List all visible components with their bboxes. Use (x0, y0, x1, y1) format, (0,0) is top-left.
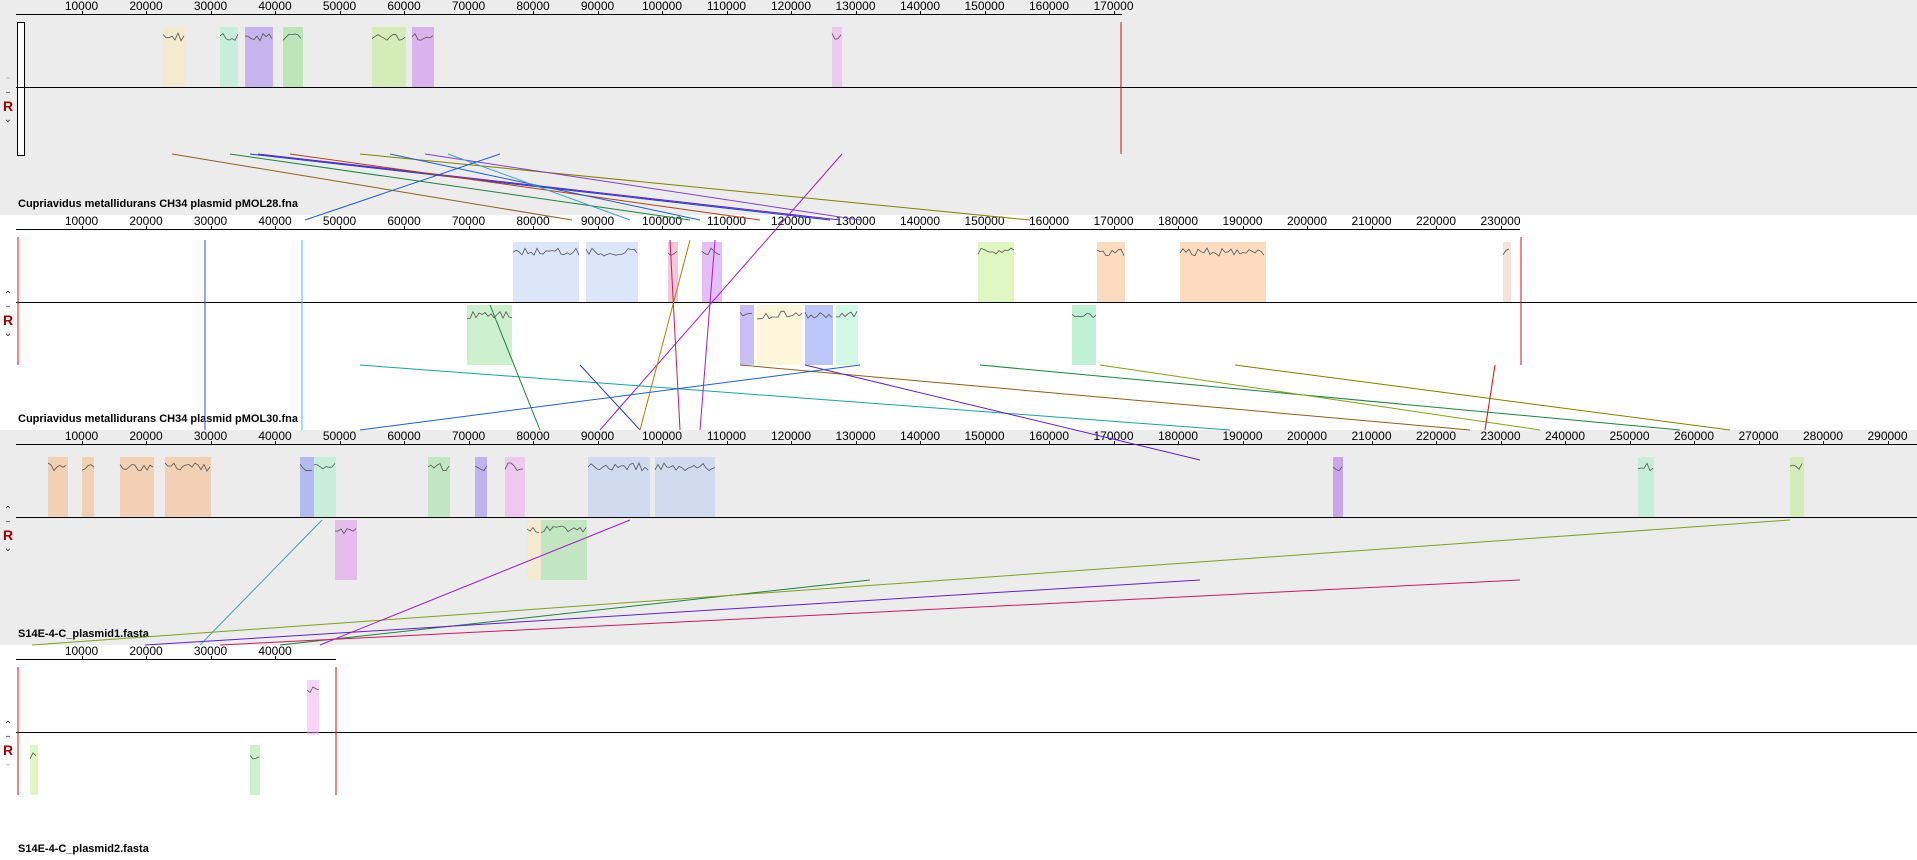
alignment-block[interactable] (1503, 242, 1511, 302)
lcb-connector-line (258, 154, 840, 220)
alignment-block[interactable] (120, 457, 154, 517)
alignment-block[interactable] (978, 242, 1014, 302)
lcb-connector-line (145, 580, 1200, 645)
lcb-connector-line (360, 365, 860, 430)
alignment-block[interactable] (307, 680, 319, 735)
lcb-connector-line (290, 154, 760, 220)
alignment-block[interactable] (1333, 457, 1343, 517)
lcb-connector-line (1485, 365, 1495, 430)
lcb-connector-line (425, 154, 860, 220)
alignment-block[interactable] (245, 27, 273, 87)
alignment-block[interactable] (1097, 242, 1125, 302)
alignment-block[interactable] (1790, 457, 1804, 517)
lcb-connector-line (32, 520, 1790, 645)
alignment-block[interactable] (412, 27, 434, 87)
alignment-block[interactable] (30, 745, 38, 795)
lcb-connector-line (390, 154, 700, 220)
alignment-block[interactable] (335, 520, 357, 580)
alignment-block[interactable] (250, 745, 260, 795)
alignment-block[interactable] (505, 457, 525, 517)
alignment-block[interactable] (163, 27, 185, 87)
lcb-connector-line (980, 365, 1680, 430)
alignment-overlay (0, 0, 1917, 860)
lcb-connector-line (1100, 365, 1540, 430)
alignment-block[interactable] (1072, 305, 1096, 365)
alignment-block[interactable] (1180, 242, 1266, 302)
lcb-connector-line (805, 365, 1200, 460)
lcb-connector-line (640, 240, 690, 430)
alignment-block[interactable] (586, 242, 638, 302)
alignment-block[interactable] (283, 27, 303, 87)
lcb-connector-line (280, 580, 870, 645)
alignment-block[interactable] (220, 27, 238, 87)
lcb-connector-line (220, 580, 1520, 645)
alignment-block[interactable] (475, 457, 487, 517)
lcb-connector-line (490, 305, 540, 430)
lcb-connector-line (448, 154, 630, 220)
alignment-block[interactable] (655, 457, 715, 517)
alignment-block[interactable] (165, 457, 211, 517)
lcb-connector-line (320, 520, 630, 645)
alignment-block[interactable] (372, 27, 406, 87)
alignment-block[interactable] (1638, 457, 1654, 517)
alignment-block[interactable] (300, 457, 314, 517)
alignment-block[interactable] (588, 457, 650, 517)
alignment-block[interactable] (836, 305, 858, 365)
lcb-connector-line (172, 154, 572, 220)
lcb-connector-line (200, 520, 322, 645)
alignment-block[interactable] (541, 520, 587, 580)
lcb-connector-line (1235, 365, 1730, 430)
